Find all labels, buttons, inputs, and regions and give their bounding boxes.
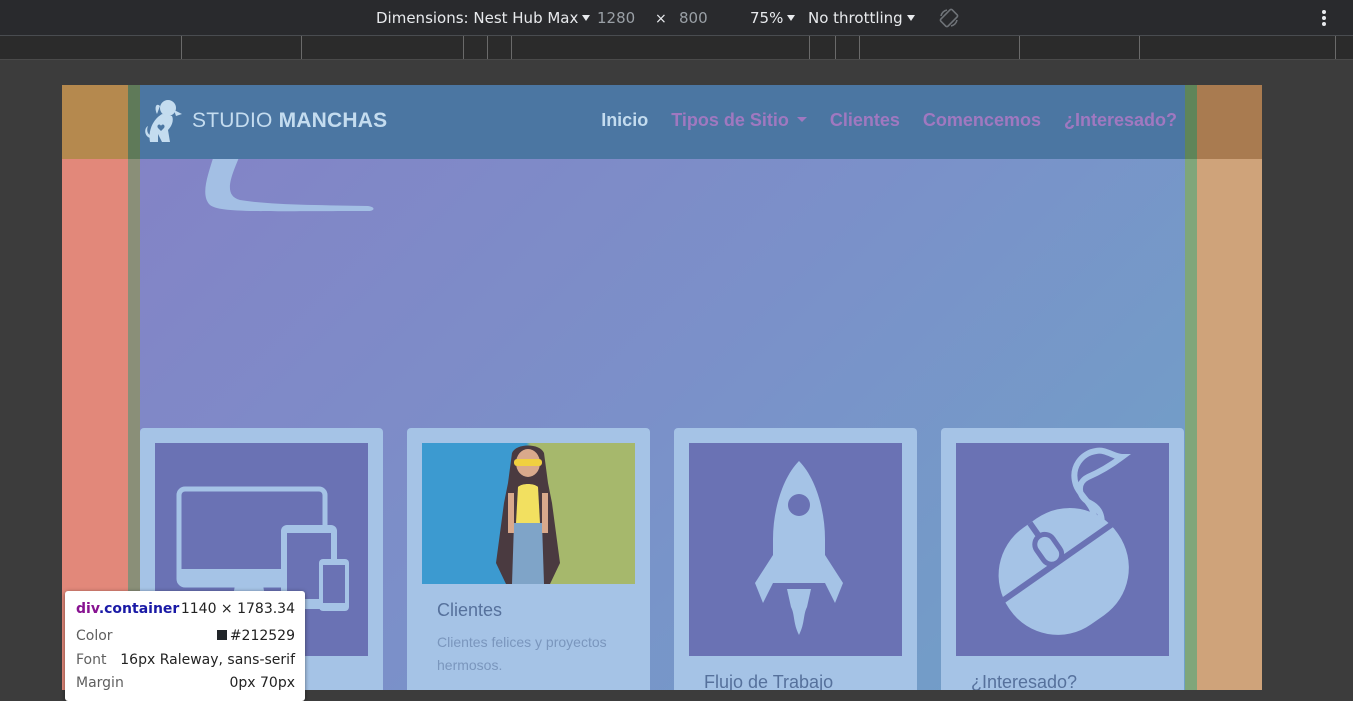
dimensions-label: Dimensions: Nest Hub Max	[376, 9, 579, 27]
tooltip-class: .container	[98, 601, 180, 617]
chevron-down-icon	[582, 15, 591, 21]
card-title: Clientes	[437, 600, 503, 620]
site-navbar: STUDIO MANCHAS Inicio Tipos de Sitio Cli…	[140, 85, 1185, 159]
times-sign: ×	[655, 11, 667, 27]
dog-logo-icon	[145, 100, 182, 142]
tooltip-font-label: Font	[76, 652, 107, 668]
brand-light: STUDIO	[192, 109, 279, 132]
width-input[interactable]: 1280	[597, 9, 635, 27]
mouse-icon	[956, 443, 1169, 656]
card-interesado[interactable]: ¿Interesado?	[941, 428, 1184, 690]
margin-overlay-right-nav	[1197, 85, 1262, 159]
nav-item-interesado[interactable]: ¿Interesado?	[1064, 110, 1177, 131]
throttling-label: No throttling	[808, 9, 903, 27]
hero-decoration	[205, 155, 374, 212]
nav-item-tipos-de-sitio[interactable]: Tipos de Sitio	[671, 110, 807, 131]
nav-item-comencemos[interactable]: Comencemos	[923, 110, 1041, 131]
tooltip-size: 1140 × 1783.34	[180, 601, 295, 617]
nav-item-clientes[interactable]: Clientes	[830, 110, 900, 131]
tooltip-margin-label: Margin	[76, 675, 124, 691]
margin-overlay-left-nav	[62, 85, 128, 159]
padding-overlay-right-nav	[1185, 85, 1197, 159]
tooltip-tag: div	[76, 601, 99, 617]
padding-overlay-right	[1185, 85, 1197, 690]
device-toolbar: Dimensions: Nest Hub Max 1280 × 800 75% …	[0, 0, 1353, 36]
tooltip-margin-value: 0px 70px	[229, 675, 295, 691]
card-clientes[interactable]: Clientes Clientes felices y proyectos he…	[407, 428, 650, 690]
nav-item-inicio[interactable]: Inicio	[601, 110, 648, 131]
throttling-dropdown[interactable]: No throttling	[808, 9, 915, 27]
chevron-down-icon	[906, 15, 915, 21]
card-flujo[interactable]: Flujo de Trabajo	[674, 428, 917, 690]
tooltip-font-row: Font 16px Raleway, sans-serif	[76, 652, 295, 672]
card-title: Flujo de Trabajo	[704, 672, 834, 690]
color-swatch	[216, 630, 227, 640]
zoom-label: 75%	[750, 9, 784, 27]
height-input[interactable]: 800	[679, 9, 708, 27]
brand-bold: MANCHAS	[278, 109, 388, 132]
tooltip-selector-row: div.container 1140 × 1783.34	[76, 601, 295, 621]
inspect-tooltip: div.container 1140 × 1783.34 Color #2125…	[65, 591, 305, 701]
rotate-icon[interactable]	[938, 7, 960, 29]
more-options-icon[interactable]	[1318, 10, 1330, 28]
tooltip-color-value: #212529	[229, 628, 295, 644]
card-text: Clientes felices y proyectos hermosos.	[437, 634, 607, 673]
zoom-dropdown[interactable]: 75%	[750, 9, 796, 27]
media-query-ruler	[0, 36, 1353, 60]
tooltip-color-label: Color	[76, 628, 113, 644]
tooltip-font-value: 16px Raleway, sans-serif	[120, 652, 295, 668]
main-nav: Inicio Tipos de Sitio Clientes Comencemo…	[578, 110, 1177, 131]
client-photo	[422, 443, 635, 584]
dimensions-dropdown[interactable]: Dimensions: Nest Hub Max	[376, 9, 591, 27]
brand-name: STUDIO MANCHAS	[192, 109, 387, 133]
card-title: ¿Interesado?	[971, 672, 1078, 690]
tooltip-color-row: Color #212529	[76, 628, 295, 648]
site-logo[interactable]: STUDIO MANCHAS	[144, 97, 387, 145]
padding-overlay-left-nav	[128, 85, 140, 159]
rocket-icon	[689, 443, 902, 656]
tooltip-margin-row: Margin 0px 70px	[76, 675, 295, 695]
margin-overlay-right	[1197, 85, 1262, 690]
chevron-down-icon	[787, 15, 796, 21]
